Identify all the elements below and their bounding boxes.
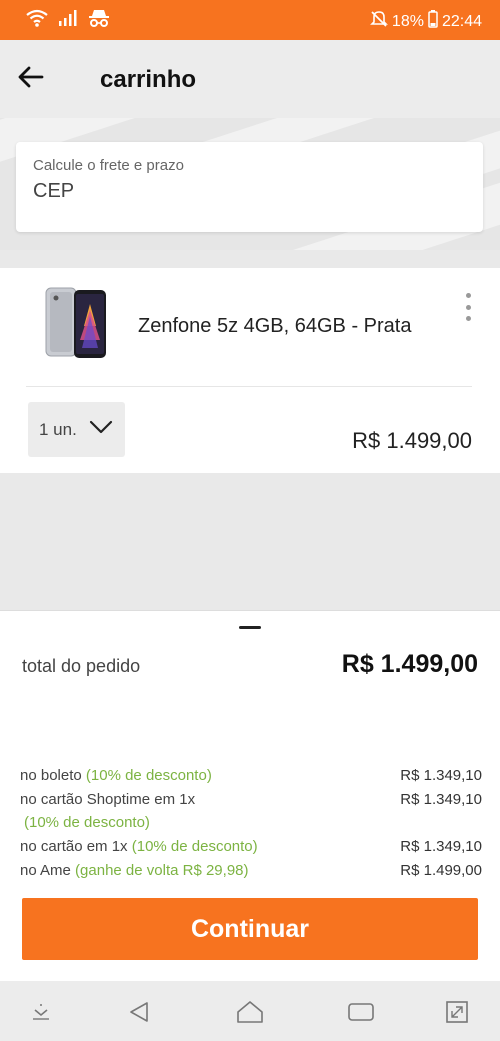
payment-label: no cartão Shoptime em 1x [20,791,196,808]
rotate-screen-icon[interactable] [442,997,472,1027]
payment-label: no cartão em 1x [20,838,128,855]
app-bar: carrinho [0,40,500,118]
back-button[interactable] [14,62,48,96]
payment-note: (ganhe de volta R$ 29,98) [75,862,249,879]
home-icon[interactable] [235,997,265,1027]
payment-amount: R$ 1.349,10 [400,767,482,784]
payment-amount: R$ 1.499,00 [400,862,482,879]
keyboard-hide-icon[interactable] [26,997,56,1027]
status-bar: 18% 22:44 [0,0,500,40]
payment-row-note: (10% de desconto) [24,814,486,831]
recents-icon[interactable] [346,997,376,1027]
back-triangle-icon[interactable] [124,997,154,1027]
quantity-value: 1 un. [39,419,77,439]
incognito-icon [88,9,110,32]
product-image[interactable] [44,286,108,360]
payment-amount: R$ 1.349,10 [400,791,482,808]
payment-row: no cartão Shoptime em 1x R$ 1.349,10 [20,791,482,808]
mute-icon [369,10,388,33]
quantity-select[interactable]: 1 un. [28,402,125,457]
wifi-icon [26,9,48,32]
payment-amount: R$ 1.349,10 [400,838,482,855]
shipping-label: Calcule o frete e prazo [33,157,184,174]
sheet-handle[interactable] [239,626,261,629]
payment-note: (10% de desconto) [131,838,258,855]
navigation-bar [0,981,500,1041]
payment-row: no Ame (ganhe de volta R$ 29,98) R$ 1.49… [20,862,482,879]
payment-row: no cartão em 1x (10% de desconto) R$ 1.3… [20,838,482,855]
payment-row: no boleto (10% de desconto) R$ 1.349,10 [20,767,482,784]
battery-icon [428,10,438,33]
more-vertical-icon[interactable] [458,293,478,321]
total-label: total do pedido [22,656,141,676]
payment-label: no Ame [20,862,71,879]
product-name[interactable]: Zenfone 5z 4GB, 64GB - Prata [138,315,411,338]
payment-note: (10% de desconto) [24,814,150,831]
total-value: R$ 1.499,00 [341,650,478,678]
signal-icon [58,10,78,31]
battery-percent: 18% [391,12,424,30]
payment-label: no boleto [20,767,82,784]
divider [26,386,472,387]
shipping-calculator[interactable]: Calcule o frete e prazo CEP [16,142,483,232]
continue-button[interactable]: Continuar [22,898,478,960]
chevron-down-icon [89,420,113,439]
page-title: carrinho [100,66,197,93]
arrow-left-icon [18,66,44,93]
order-summary-sheet: total do pedido R$ 1.499,00 no boleto (1… [0,610,500,981]
payment-note: (10% de desconto) [85,767,212,784]
cart-item: Zenfone 5z 4GB, 64GB - Prata 1 un. R$ 1.… [0,268,500,473]
item-price: R$ 1.499,00 [352,428,472,453]
clock: 22:44 [441,12,482,30]
cep-input[interactable]: CEP [33,180,74,203]
